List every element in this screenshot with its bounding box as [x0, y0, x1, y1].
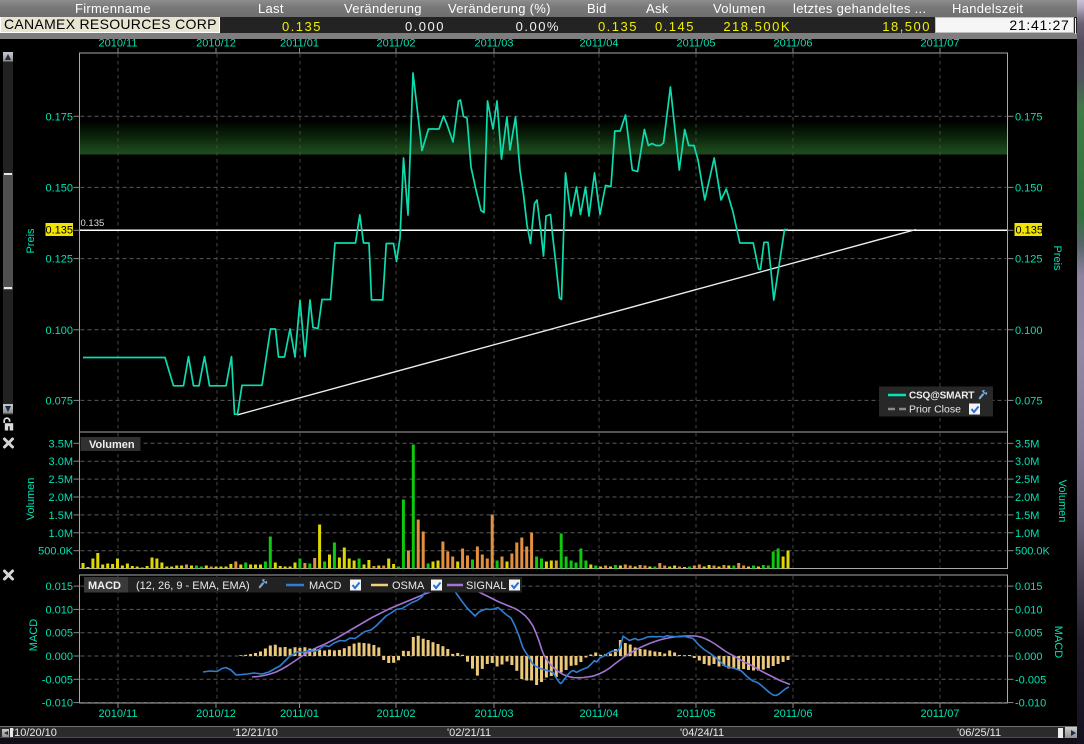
svg-text:2.0M: 2.0M — [1015, 492, 1039, 504]
svg-text:2011/02: 2011/02 — [377, 708, 416, 720]
svg-text:0.125: 0.125 — [1015, 254, 1043, 266]
svg-text:-0.005: -0.005 — [42, 674, 73, 686]
svg-text:0.010: 0.010 — [1015, 604, 1043, 616]
svg-text:2011/01: 2011/01 — [280, 38, 319, 50]
svg-text:0.075: 0.075 — [45, 395, 73, 407]
svg-text:0.100: 0.100 — [1015, 325, 1043, 337]
svg-text:0.005: 0.005 — [45, 628, 73, 640]
svg-text:-0.005: -0.005 — [1015, 674, 1046, 686]
svg-text:3.5M: 3.5M — [49, 438, 73, 450]
svg-text:Volumen: Volumen — [25, 478, 37, 521]
svg-text:Preis: Preis — [25, 228, 37, 254]
svg-text:2010/11: 2010/11 — [99, 708, 138, 720]
svg-text:2011/04: 2011/04 — [580, 708, 619, 720]
svg-text:2011/04: 2011/04 — [580, 38, 619, 50]
svg-text:0.150: 0.150 — [1015, 182, 1043, 194]
svg-text:2010/11: 2010/11 — [99, 38, 138, 50]
svg-text:0.125: 0.125 — [45, 254, 73, 266]
svg-text:3.0M: 3.0M — [49, 456, 73, 468]
svg-text:Volumen: Volumen — [1056, 480, 1068, 523]
svg-text:2011/02: 2011/02 — [377, 38, 416, 50]
svg-text:0.135: 0.135 — [1016, 225, 1044, 237]
svg-text:Prior Close: Prior Close — [909, 404, 961, 416]
svg-text:3.0M: 3.0M — [1015, 456, 1039, 468]
svg-text:SIGNAL: SIGNAL — [466, 580, 506, 592]
svg-text:0.075: 0.075 — [1015, 395, 1043, 407]
svg-text:2.5M: 2.5M — [1015, 474, 1039, 486]
svg-text:0.135: 0.135 — [45, 225, 73, 237]
svg-text:3.5M: 3.5M — [1015, 438, 1039, 450]
svg-text:1.0M: 1.0M — [49, 528, 73, 540]
svg-text:-0.010: -0.010 — [1015, 698, 1046, 710]
svg-text:0.135: 0.135 — [81, 218, 105, 229]
svg-text:2011/01: 2011/01 — [280, 708, 319, 720]
svg-text:0.100: 0.100 — [45, 325, 73, 337]
svg-text:2011/03: 2011/03 — [475, 708, 514, 720]
svg-text:MACD: MACD — [309, 580, 341, 592]
svg-text:OSMA: OSMA — [392, 580, 425, 592]
svg-text:0.000: 0.000 — [45, 651, 73, 663]
svg-text:2.0M: 2.0M — [49, 492, 73, 504]
svg-text:0.005: 0.005 — [1015, 628, 1043, 640]
svg-text:500.0K: 500.0K — [38, 546, 74, 558]
svg-text:2011/07: 2011/07 — [921, 38, 960, 50]
svg-text:-0.010: -0.010 — [42, 698, 73, 710]
svg-text:2011/07: 2011/07 — [921, 708, 960, 720]
svg-text:Volumen: Volumen — [89, 439, 135, 451]
svg-text:0.175: 0.175 — [45, 111, 73, 123]
svg-text:2011/05: 2011/05 — [677, 708, 716, 720]
svg-text:500.0K: 500.0K — [1015, 546, 1051, 558]
svg-text:1.5M: 1.5M — [1015, 510, 1039, 522]
svg-text:0.010: 0.010 — [45, 604, 73, 616]
svg-text:0.015: 0.015 — [1015, 581, 1043, 593]
svg-text:0.000: 0.000 — [1015, 651, 1043, 663]
svg-text:CSQ@SMART: CSQ@SMART — [909, 391, 974, 402]
svg-text:0.175: 0.175 — [1015, 111, 1043, 123]
svg-text:2011/03: 2011/03 — [475, 38, 514, 50]
svg-text:0.015: 0.015 — [45, 581, 73, 593]
svg-text:MACD: MACD — [88, 580, 121, 592]
svg-text:MACD: MACD — [1052, 626, 1064, 658]
svg-text:2010/12: 2010/12 — [196, 708, 236, 720]
svg-text:Preis: Preis — [1051, 245, 1063, 271]
svg-text:2011/06: 2011/06 — [774, 38, 813, 50]
svg-text:1.5M: 1.5M — [49, 510, 73, 522]
svg-text:(12, 26, 9 - EMA, EMA): (12, 26, 9 - EMA, EMA) — [136, 580, 250, 592]
svg-text:2010/12: 2010/12 — [196, 38, 236, 50]
svg-text:1.0M: 1.0M — [1015, 528, 1039, 540]
svg-text:MACD: MACD — [28, 619, 40, 651]
svg-text:0.150: 0.150 — [45, 182, 73, 194]
svg-text:2011/05: 2011/05 — [677, 38, 716, 50]
svg-text:2.5M: 2.5M — [49, 474, 73, 486]
svg-text:2011/06: 2011/06 — [774, 708, 813, 720]
